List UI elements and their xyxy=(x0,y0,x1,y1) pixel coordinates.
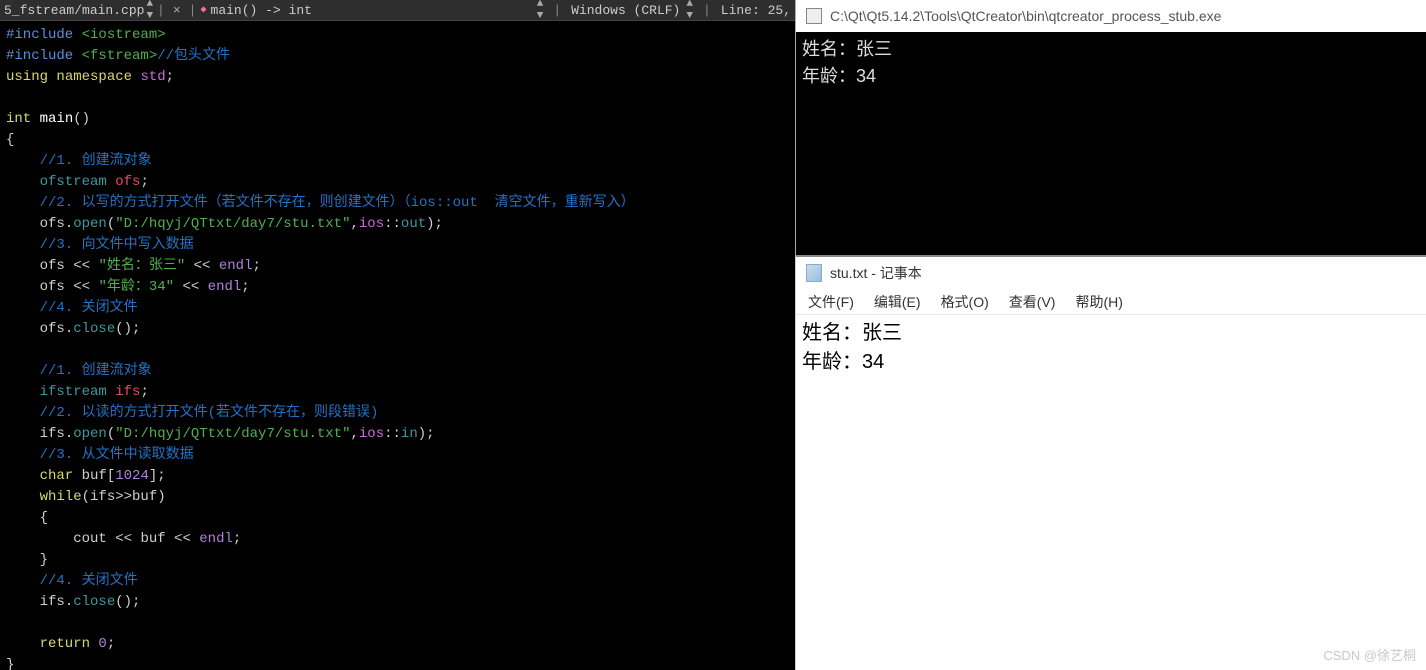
menu-help[interactable]: 帮助(H) xyxy=(1067,290,1130,314)
notepad-title: stu.txt - 记事本 xyxy=(830,263,922,283)
console-titlebar[interactable]: C:\Qt\Qt5.14.2\Tools\QtCreator\bin\qtcre… xyxy=(796,0,1426,32)
diamond-icon: ◆ xyxy=(200,4,206,16)
console-line: 年龄：34 xyxy=(802,63,1420,90)
updown-icon[interactable]: ▲▼ xyxy=(686,0,693,22)
console-window: C:\Qt\Qt5.14.2\Tools\QtCreator\bin\qtcre… xyxy=(795,0,1426,255)
notepad-line: 姓名：张三 xyxy=(802,319,1420,348)
right-panel: C:\Qt\Qt5.14.2\Tools\QtCreator\bin\qtcre… xyxy=(795,0,1426,670)
separator: | xyxy=(189,3,197,18)
editor-toolbar: 5_fstream/main.cpp ▲▼ | × | ◆ main() -> … xyxy=(0,0,795,21)
watermark: CSDN @徐艺桐 xyxy=(1323,645,1416,664)
separator: | xyxy=(553,3,561,18)
line-info[interactable]: Line: 25, xyxy=(721,3,791,18)
menu-file[interactable]: 文件(F) xyxy=(800,290,862,314)
console-output[interactable]: 姓名：张三 年龄：34 xyxy=(796,32,1426,255)
notepad-menubar: 文件(F) 编辑(E) 格式(O) 查看(V) 帮助(H) xyxy=(796,289,1426,315)
notepad-line: 年龄：34 xyxy=(802,348,1420,377)
notepad-icon xyxy=(806,264,822,282)
notepad-window: stu.txt - 记事本 文件(F) 编辑(E) 格式(O) 查看(V) 帮助… xyxy=(795,255,1426,670)
updown-icon[interactable]: ▲▼ xyxy=(537,0,544,22)
separator: | xyxy=(157,3,165,18)
notepad-titlebar[interactable]: stu.txt - 记事本 xyxy=(796,257,1426,289)
encoding-label[interactable]: Windows (CRLF) xyxy=(571,3,680,18)
menu-view[interactable]: 查看(V) xyxy=(1001,290,1064,314)
separator: | xyxy=(703,3,711,18)
app-icon xyxy=(806,8,822,24)
notepad-content[interactable]: 姓名：张三 年龄：34 xyxy=(796,315,1426,670)
breadcrumb-function[interactable]: main() -> int xyxy=(211,3,312,18)
menu-edit[interactable]: 编辑(E) xyxy=(866,290,929,314)
code-editor-panel: 5_fstream/main.cpp ▲▼ | × | ◆ main() -> … xyxy=(0,0,795,670)
close-icon[interactable]: × xyxy=(173,3,181,18)
code-area[interactable]: #include <iostream> #include <fstream>//… xyxy=(0,21,795,670)
updown-icon[interactable]: ▲▼ xyxy=(146,0,153,22)
menu-format[interactable]: 格式(O) xyxy=(933,290,997,314)
console-title: C:\Qt\Qt5.14.2\Tools\QtCreator\bin\qtcre… xyxy=(830,8,1221,24)
file-path-text[interactable]: 5_fstream/main.cpp xyxy=(4,3,144,18)
console-line: 姓名：张三 xyxy=(802,36,1420,63)
